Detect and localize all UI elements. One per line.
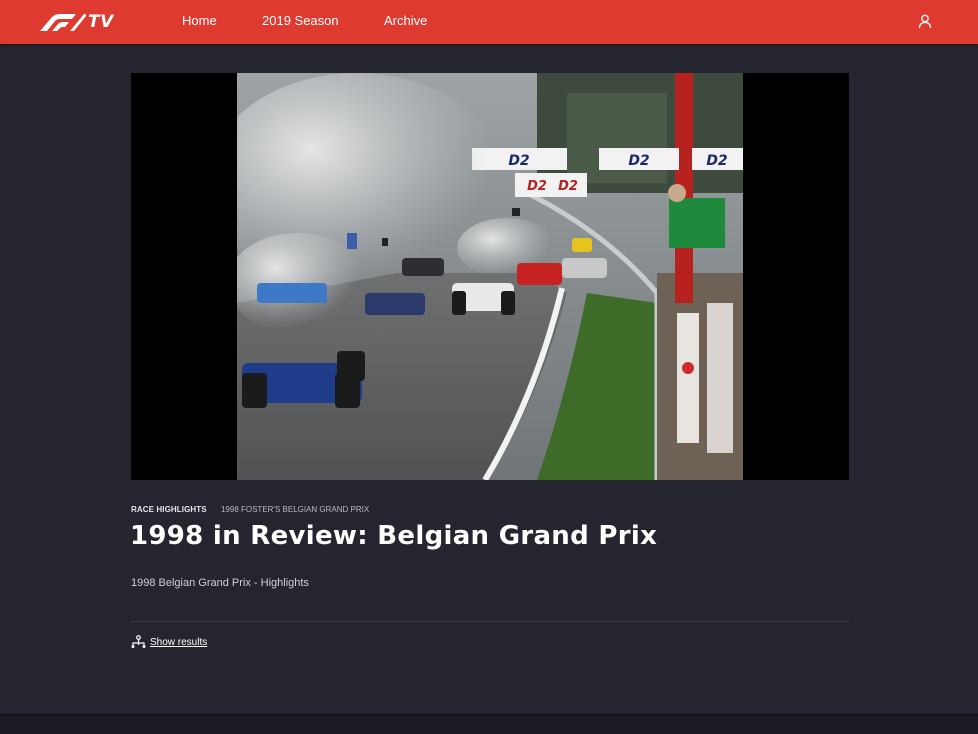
f1-logo-icon xyxy=(40,14,86,31)
show-results-label[interactable]: Show results xyxy=(150,637,207,648)
video-description: 1998 Belgian Grand Prix - Highlights xyxy=(131,577,309,589)
sponsor-banner-text: D2 xyxy=(527,179,547,194)
video-title: 1998 in Review: Belgian Grand Prix xyxy=(130,521,658,551)
user-icon[interactable] xyxy=(917,13,933,29)
show-results-link[interactable]: Show results xyxy=(131,634,207,650)
video-frame[interactable]: D2 D2 D2 D2 D2 xyxy=(237,73,743,480)
sponsor-banner-text: D2 xyxy=(628,153,649,169)
hierarchy-icon xyxy=(131,635,146,648)
sponsor-banner-text: D2 xyxy=(508,153,529,169)
video-player[interactable]: D2 D2 D2 D2 D2 xyxy=(131,73,849,480)
nav-item-archive[interactable]: Archive xyxy=(384,13,427,28)
brand-text: TV xyxy=(88,12,114,32)
sponsor-banner-text: D2 xyxy=(558,179,578,194)
nav-item-home[interactable]: Home xyxy=(182,13,217,28)
nav-item-2019-season[interactable]: 2019 Season xyxy=(262,13,339,28)
category-tag[interactable]: RACE HIGHLIGHTS xyxy=(131,505,207,514)
top-navigation-bar: TV Home 2019 Season Archive xyxy=(0,0,978,44)
f1tv-logo[interactable]: TV xyxy=(38,11,114,33)
footer xyxy=(0,714,978,734)
sponsor-banner-text: D2 xyxy=(706,153,727,169)
divider xyxy=(131,621,849,622)
video-tags: RACE HIGHLIGHTS 1998 FOSTER'S BELGIAN GR… xyxy=(131,505,369,514)
event-tag[interactable]: 1998 FOSTER'S BELGIAN GRAND PRIX xyxy=(221,505,369,514)
